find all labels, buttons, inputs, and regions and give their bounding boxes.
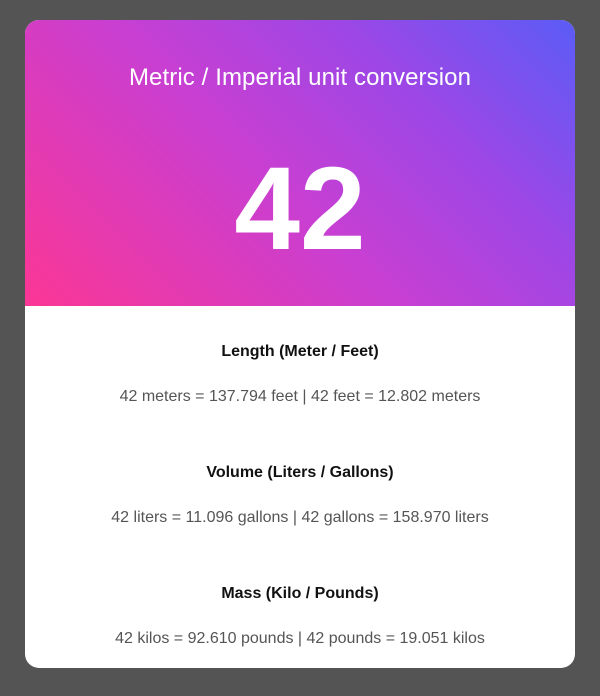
conversion-card: Metric / Imperial unit conversion 42 Len… [25, 20, 575, 668]
card-header: Metric / Imperial unit conversion 42 [25, 20, 575, 306]
page-title: Metric / Imperial unit conversion [128, 64, 472, 91]
volume-title: Volume (Liters / Gallons) [206, 464, 394, 481]
volume-result: 42 liters = 11.096 gallons | 42 gallons … [111, 509, 489, 526]
length-result: 42 meters = 137.794 feet | 42 feet = 12.… [119, 388, 481, 405]
length-section: Length (Meter / Feet) 42 meters = 137.79… [25, 342, 575, 463]
mass-title: Mass (Kilo / Pounds) [221, 585, 379, 602]
volume-section: Volume (Liters / Gallons) 42 liters = 11… [25, 463, 575, 584]
mass-result: 42 kilos = 92.610 pounds | 42 pounds = 1… [115, 630, 485, 647]
length-title: Length (Meter / Feet) [221, 343, 379, 360]
mass-section: Mass (Kilo / Pounds) 42 kilos = 92.610 p… [25, 584, 575, 668]
conversion-list: Length (Meter / Feet) 42 meters = 137.79… [25, 306, 575, 668]
input-value-display: 42 [234, 143, 366, 275]
